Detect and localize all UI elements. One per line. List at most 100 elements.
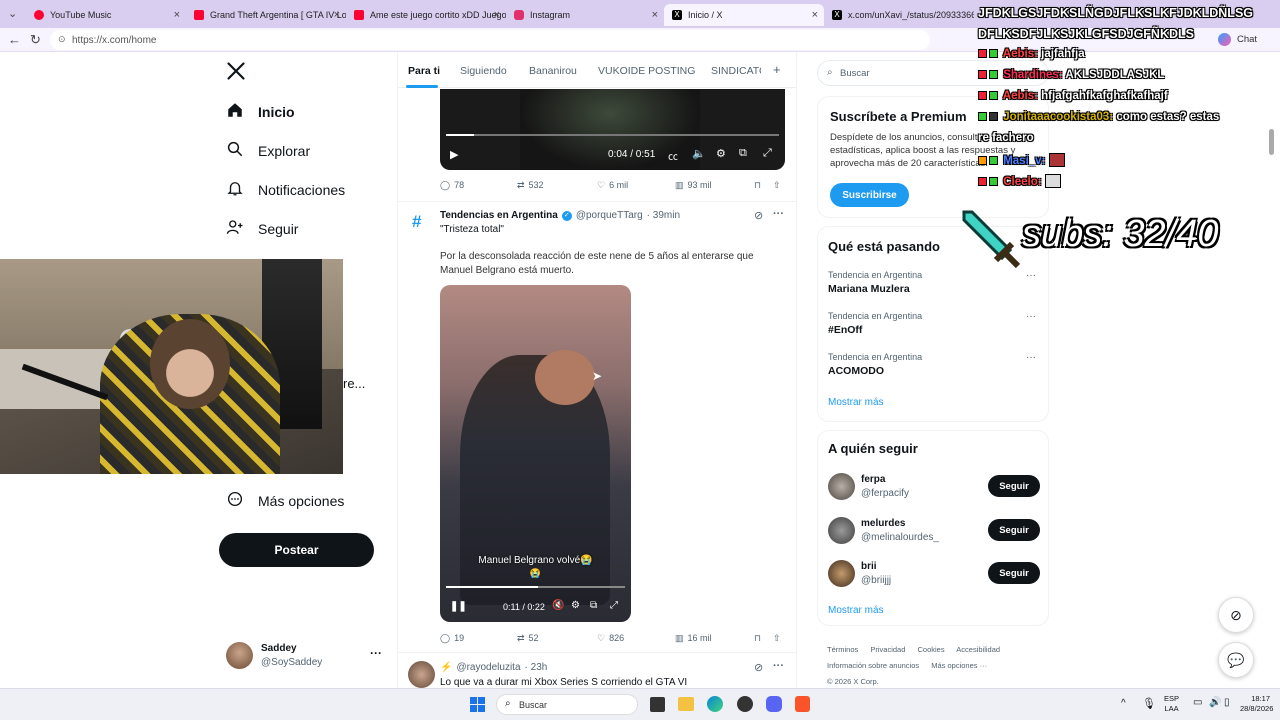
footer-link-accesibilidad[interactable]: Accesibilidad bbox=[956, 645, 1000, 654]
sidebar-item-seguir[interactable]: Seguir bbox=[226, 218, 298, 239]
post2[interactable]: # Tendencias en Argentina ✓ @porqueTTarg… bbox=[398, 202, 796, 652]
browser-tab-youtube-music[interactable]: YouTube Music × bbox=[26, 4, 186, 26]
account-switcher[interactable]: Saddey @SoySaddey ··· bbox=[226, 641, 386, 671]
brave-icon[interactable] bbox=[795, 696, 810, 712]
play-icon[interactable]: ▶ bbox=[450, 148, 458, 161]
tab-bananirou[interactable]: Bananirou bbox=[529, 65, 577, 77]
fullscreen-icon[interactable]: ⤢ bbox=[763, 147, 772, 160]
page-scrollbar[interactable] bbox=[1269, 129, 1274, 155]
follow-button[interactable]: Seguir bbox=[988, 519, 1040, 541]
views-button[interactable]: ▥ 16 mil bbox=[675, 633, 712, 644]
author-handle[interactable]: @rayodeluzita bbox=[456, 662, 520, 673]
follow-suggestion[interactable]: melurdes @melinalourdes_ Seguir bbox=[828, 516, 1040, 546]
volume-icon[interactable]: 🔊 bbox=[1209, 697, 1221, 708]
sidebar-item-explorar[interactable]: Explorar bbox=[226, 140, 310, 161]
settings-icon[interactable]: ⚙ bbox=[571, 600, 580, 611]
network-icon[interactable]: ▭ bbox=[1193, 697, 1202, 708]
sidebar-item-mas-opciones[interactable]: Más opciones bbox=[226, 490, 344, 511]
footer-link-mas-opciones[interactable]: Más opciones ··· bbox=[931, 661, 987, 670]
sidebar-item-inicio[interactable]: Inicio bbox=[226, 101, 295, 122]
chat-button[interactable]: Chat bbox=[1237, 34, 1257, 45]
x-logo-icon[interactable] bbox=[226, 61, 246, 86]
bookmark-icon[interactable]: ⊓ bbox=[754, 633, 761, 644]
obs-icon[interactable] bbox=[737, 696, 753, 712]
share-icon[interactable]: ⇧ bbox=[773, 180, 781, 191]
pip-icon[interactable]: ⧉ bbox=[739, 147, 747, 160]
tab-vukoide-posting[interactable]: VUKOIDE POSTING bbox=[598, 65, 695, 77]
captions-icon[interactable]: ㏄ bbox=[668, 148, 678, 163]
grok-floating-button[interactable]: ⊘ bbox=[1218, 597, 1254, 633]
pip-icon[interactable]: ⧉ bbox=[590, 600, 597, 611]
task-view-icon[interactable] bbox=[650, 697, 665, 712]
show-more-link[interactable]: Mostrar más bbox=[828, 397, 884, 408]
url-field[interactable]: ⊙ https://x.com/home bbox=[50, 30, 930, 50]
post2-video[interactable]: ➤ Manuel Belgrano volvé😭 😭 ❚❚ 0:11 / 0:2… bbox=[440, 285, 631, 622]
views-button[interactable]: ▥ 93 mil bbox=[675, 180, 712, 191]
sidebar-item-notificaciones[interactable]: Notificaciones bbox=[226, 179, 345, 200]
footer-link-cookies[interactable]: Cookies bbox=[917, 645, 944, 654]
fullscreen-icon[interactable]: ⤢ bbox=[610, 600, 618, 611]
start-button-icon[interactable] bbox=[470, 697, 485, 712]
footer-link-terminos[interactable]: Términos bbox=[827, 645, 858, 654]
like-button[interactable]: ♡ 6 mil bbox=[597, 180, 628, 191]
post-button[interactable]: Postear bbox=[219, 533, 374, 567]
tab-list-chevron-icon[interactable]: ⌄ bbox=[8, 7, 17, 20]
messages-floating-button[interactable]: 💬 bbox=[1218, 642, 1254, 678]
discord-icon[interactable] bbox=[766, 696, 782, 712]
pause-icon[interactable]: ❚❚ bbox=[450, 601, 467, 612]
clock[interactable]: 18:17 28/8/2026 bbox=[1240, 694, 1273, 714]
battery-icon[interactable]: ▯ bbox=[1224, 697, 1230, 708]
browser-tab-instagram[interactable]: Instagram × bbox=[506, 4, 664, 26]
tab-siguiendo[interactable]: Siguiendo bbox=[460, 65, 507, 77]
show-more-link[interactable]: Mostrar más bbox=[828, 605, 884, 616]
site-info-icon[interactable]: ⊙ bbox=[58, 34, 66, 45]
more-dots-icon[interactable]: ··· bbox=[370, 646, 382, 660]
browser-tab-x-status[interactable]: X x.com/unXavi_/status/209333667 bbox=[824, 4, 974, 26]
input-language[interactable]: ESP LAA bbox=[1164, 694, 1179, 714]
browser-tab-gta[interactable]: Grand Theft Argentina [ GTA IV Lo × bbox=[186, 4, 346, 26]
footer-link-anuncios[interactable]: Información sobre anuncios bbox=[827, 661, 919, 670]
close-icon[interactable]: × bbox=[652, 9, 658, 21]
add-tab-icon[interactable]: + bbox=[773, 62, 781, 77]
video-progress-track[interactable] bbox=[446, 134, 779, 136]
settings-icon[interactable]: ⚙ bbox=[716, 147, 726, 160]
author-handle[interactable]: @porqueTTarg bbox=[576, 210, 643, 221]
grok-icon[interactable]: ⊘ bbox=[754, 209, 763, 222]
post-time[interactable]: · 23h bbox=[525, 662, 548, 673]
tray-chevron-icon[interactable]: ^ bbox=[1121, 698, 1126, 709]
like-button[interactable]: ♡ 826 bbox=[597, 633, 624, 644]
file-explorer-icon[interactable] bbox=[678, 697, 694, 711]
post-time[interactable]: · 39min bbox=[647, 210, 680, 221]
follow-suggestion[interactable]: ferpa @ferpacify Seguir bbox=[828, 472, 1040, 502]
more-dots-icon[interactable]: ··· bbox=[1026, 270, 1036, 281]
share-icon[interactable]: ⇧ bbox=[773, 633, 781, 644]
mute-icon[interactable]: 🔇 bbox=[552, 600, 564, 611]
edge-icon[interactable] bbox=[707, 696, 723, 712]
follow-button[interactable]: Seguir bbox=[988, 475, 1040, 497]
reply-button[interactable]: ◯ 78 bbox=[440, 180, 464, 191]
reply-button[interactable]: ◯ 19 bbox=[440, 633, 464, 644]
close-icon[interactable]: × bbox=[334, 9, 340, 21]
more-dots-icon[interactable]: ··· bbox=[1026, 352, 1036, 363]
tab-para-ti[interactable]: Para ti bbox=[408, 65, 440, 77]
more-dots-icon[interactable]: ··· bbox=[1026, 311, 1036, 322]
close-icon[interactable]: × bbox=[174, 9, 180, 21]
back-icon[interactable]: ← bbox=[8, 32, 21, 47]
repost-button[interactable]: ⇄ 532 bbox=[517, 180, 544, 191]
trend-item[interactable]: Tendencia en Argentina Mariana Muzlera ·… bbox=[828, 270, 1040, 295]
more-dots-icon[interactable]: ··· bbox=[773, 208, 784, 220]
browser-tab-juego[interactable]: Ame este juego cortito xDD Juego × bbox=[346, 4, 506, 26]
footer-link-privacidad[interactable]: Privacidad bbox=[870, 645, 905, 654]
close-icon[interactable]: × bbox=[494, 9, 500, 21]
reload-icon[interactable]: ↻ bbox=[30, 32, 41, 48]
follow-suggestion[interactable]: brii @briijjj Seguir bbox=[828, 559, 1040, 589]
subscribe-button[interactable]: Suscribirse bbox=[830, 183, 909, 207]
trend-item[interactable]: Tendencia en Argentina ACOMODO ··· bbox=[828, 352, 1040, 377]
microphone-icon[interactable]: 🎙 bbox=[1142, 697, 1156, 710]
more-dots-icon[interactable]: ··· bbox=[773, 660, 784, 672]
post3[interactable]: ⚡ @rayodeluzita · 23h ⊘ ··· Lo que va a … bbox=[398, 653, 796, 688]
author-name[interactable]: Tendencias en Argentina bbox=[440, 210, 558, 221]
browser-tab-x-home[interactable]: X Inicio / X × bbox=[664, 4, 824, 26]
repost-button[interactable]: ⇄ 52 bbox=[517, 633, 539, 644]
trend-item[interactable]: Tendencia en Argentina #EnOff ··· bbox=[828, 311, 1040, 336]
